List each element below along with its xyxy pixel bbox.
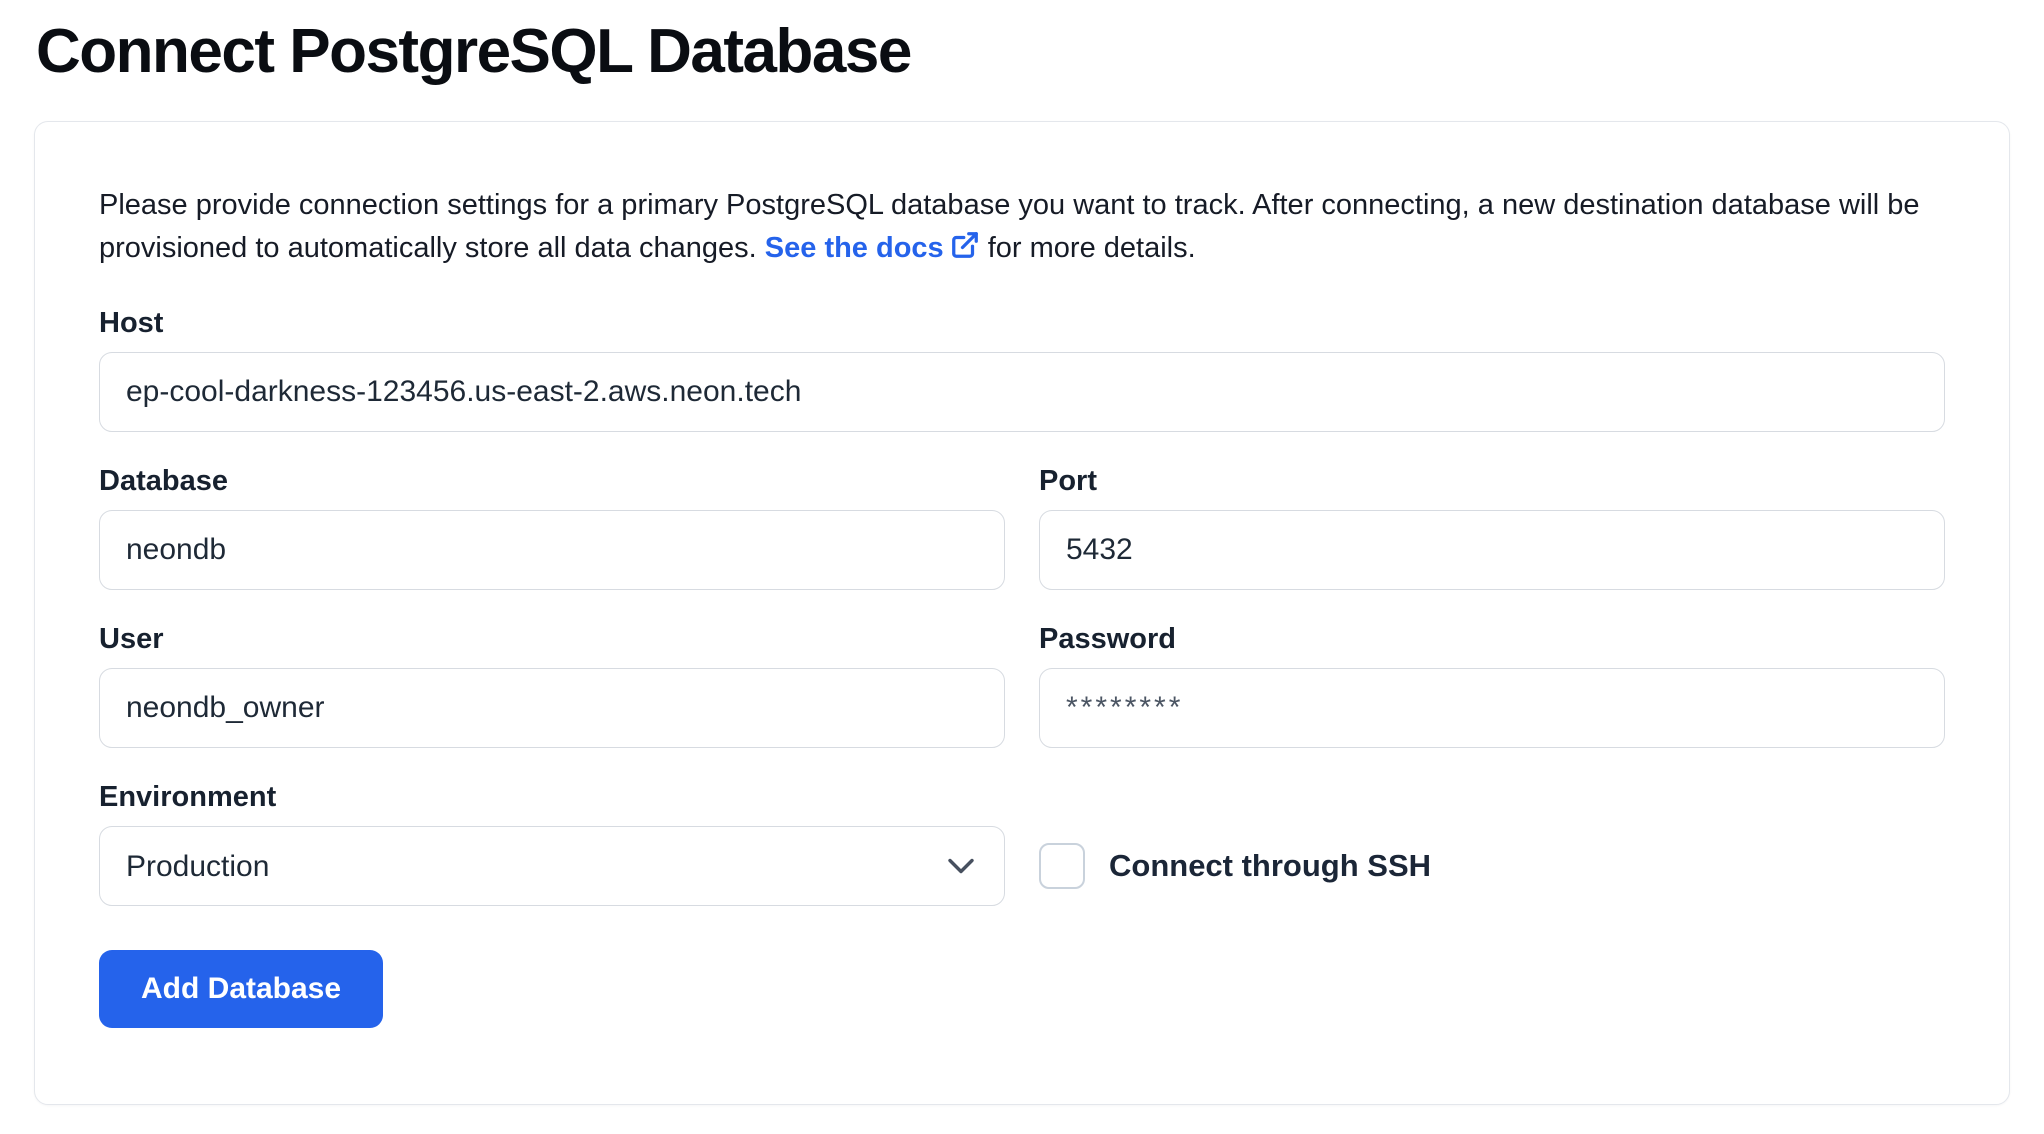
database-field-group: Database [99, 464, 1005, 590]
user-field-group: User [99, 622, 1005, 748]
database-label: Database [99, 464, 1005, 498]
password-field-group: Password [1039, 622, 1945, 748]
environment-ssh-row: Environment Production Connect through S… [99, 780, 1945, 906]
ssh-checkbox[interactable] [1039, 843, 1085, 889]
description-text: Please provide connection settings for a… [99, 184, 1945, 270]
page-title: Connect PostgreSQL Database [34, 0, 2010, 87]
user-label: User [99, 622, 1005, 656]
environment-select[interactable]: Production [99, 826, 1005, 906]
ssh-cell: Connect through SSH [1039, 780, 1945, 906]
connection-settings-card: Please provide connection settings for a… [34, 121, 2010, 1105]
port-label: Port [1039, 464, 1945, 498]
external-link-icon[interactable] [950, 230, 980, 260]
environment-field-group: Environment Production [99, 780, 1005, 906]
user-password-row: User Password [99, 622, 1945, 748]
database-port-row: Database Port [99, 464, 1945, 590]
environment-label: Environment [99, 780, 1005, 814]
see-the-docs-link[interactable]: See the docs [765, 232, 980, 264]
environment-select-wrap: Production [99, 826, 1005, 906]
description-after-link: for more details. [988, 232, 1196, 264]
port-field-group: Port [1039, 464, 1945, 590]
host-field-group: Host [99, 306, 1945, 432]
user-input[interactable] [99, 668, 1005, 748]
host-label: Host [99, 306, 1945, 340]
page: Connect PostgreSQL Database Please provi… [0, 0, 2044, 1105]
host-input[interactable] [99, 352, 1945, 432]
password-label: Password [1039, 622, 1945, 656]
ssh-checkbox-row[interactable]: Connect through SSH [1039, 843, 1431, 889]
password-input[interactable] [1039, 668, 1945, 748]
database-input[interactable] [99, 510, 1005, 590]
ssh-checkbox-label: Connect through SSH [1109, 848, 1431, 884]
add-database-button[interactable]: Add Database [99, 950, 383, 1028]
port-input[interactable] [1039, 510, 1945, 590]
